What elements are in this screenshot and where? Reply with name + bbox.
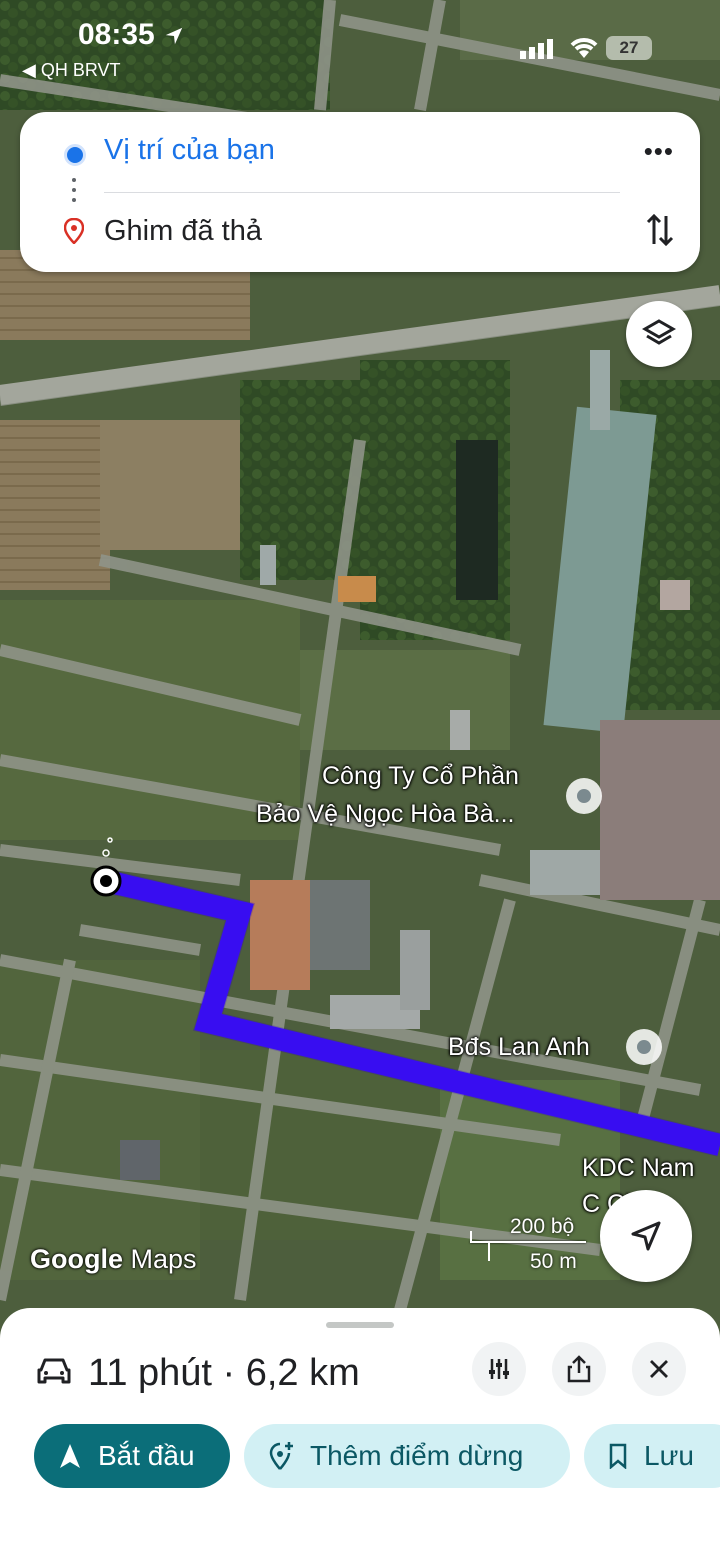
your-location-dot-icon: [64, 144, 86, 166]
status-time: 08:35: [78, 18, 185, 52]
battery-icon: 27: [606, 36, 652, 60]
swap-icon[interactable]: [646, 212, 674, 248]
divider: [104, 192, 620, 193]
navigation-arrow-icon: [60, 1444, 80, 1468]
wifi-icon: [570, 38, 598, 58]
layers-button[interactable]: [626, 301, 692, 367]
destination-field[interactable]: Ghim đã thả: [104, 215, 262, 248]
directions-card: Vị trí của bạn Ghim đã thả •••: [20, 112, 700, 272]
bookmark-icon: [609, 1443, 627, 1469]
pin-icon: [64, 218, 84, 244]
poi-pin-icon: [626, 1029, 662, 1065]
poi-label-kdc[interactable]: KDC Nam: [582, 1154, 695, 1183]
back-to-app[interactable]: ◀ QH BRVT: [22, 60, 121, 81]
add-stop-icon: [269, 1442, 293, 1470]
layers-icon: [642, 319, 676, 345]
poi-label-company-line2[interactable]: Bảo Vệ Ngọc Hòa Bà...: [256, 800, 514, 829]
origin-field[interactable]: Vị trí của bạn: [104, 134, 275, 167]
share-icon: [567, 1355, 591, 1383]
navigation-icon: [631, 1221, 661, 1251]
poi-label-company[interactable]: Công Ty Cổ Phần: [322, 762, 519, 791]
car-icon: [37, 1358, 71, 1384]
poi-pin-icon: [566, 778, 602, 814]
options-icon: [489, 1359, 509, 1379]
add-stop-button[interactable]: Thêm điểm dừng: [244, 1424, 570, 1488]
route-summary: 11 phút · 6,2 km: [88, 1352, 360, 1394]
map-scale: 200 bộ 50 m: [470, 1215, 590, 1275]
share-button[interactable]: [552, 1342, 606, 1396]
route-options-button[interactable]: [472, 1342, 526, 1396]
poi-label-bds[interactable]: Bđs Lan Anh: [448, 1033, 590, 1062]
location-arrow-icon: [165, 27, 183, 45]
close-button[interactable]: [632, 1342, 686, 1396]
route-connector: [72, 178, 76, 208]
route-bottom-sheet: 11 phút · 6,2 km Bắt đầu Thêm điểm dừng …: [0, 1308, 720, 1560]
status-bar: 08:35 ◀ QH BRVT 27: [0, 0, 720, 90]
signal-icon: [520, 39, 553, 59]
start-button[interactable]: Bắt đầu: [34, 1424, 230, 1488]
google-maps-attribution: Google Maps: [30, 1244, 197, 1274]
save-button[interactable]: Lưu: [584, 1424, 720, 1488]
recenter-button[interactable]: [600, 1190, 692, 1282]
close-icon: [650, 1360, 668, 1378]
drag-handle[interactable]: [326, 1322, 394, 1328]
more-options-button[interactable]: •••: [644, 136, 674, 167]
